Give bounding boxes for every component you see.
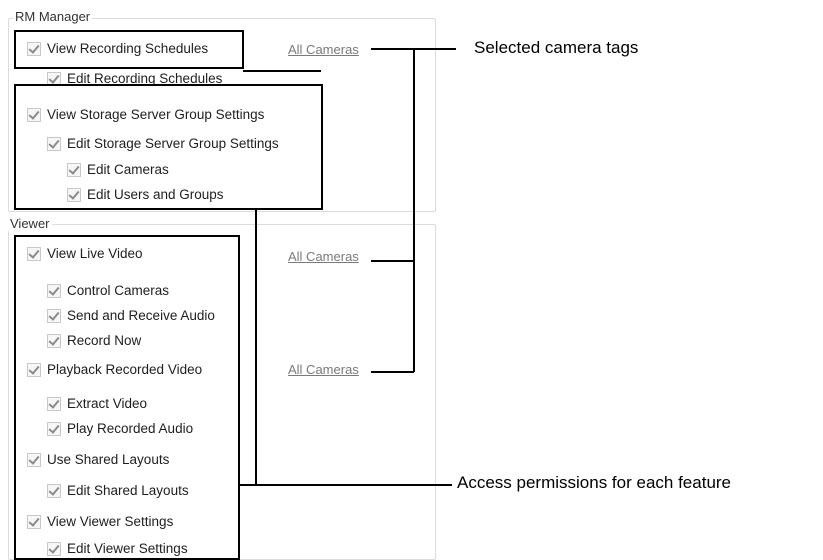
connector-line — [243, 70, 321, 72]
annotation-box-rm-bottom — [14, 84, 323, 210]
rm-manager-legend: RM Manager — [13, 9, 93, 24]
connector-line — [240, 484, 452, 486]
connector-line — [371, 371, 414, 373]
live-video-all-cameras-link[interactable]: All Cameras — [288, 249, 359, 264]
callout-selected-camera-tags: Selected camera tags — [474, 38, 639, 57]
playback-all-cameras-link[interactable]: All Cameras — [288, 362, 359, 377]
callout-access-permissions: Access permissions for each feature — [457, 473, 732, 492]
annotation-box-rm-top — [14, 30, 244, 69]
connector-line — [413, 48, 415, 372]
viewer-legend: Viewer — [8, 216, 52, 231]
connector-line — [255, 210, 257, 485]
rm-all-cameras-link[interactable]: All Cameras — [288, 42, 359, 57]
connector-line — [371, 260, 414, 262]
annotation-box-viewer — [14, 235, 240, 560]
